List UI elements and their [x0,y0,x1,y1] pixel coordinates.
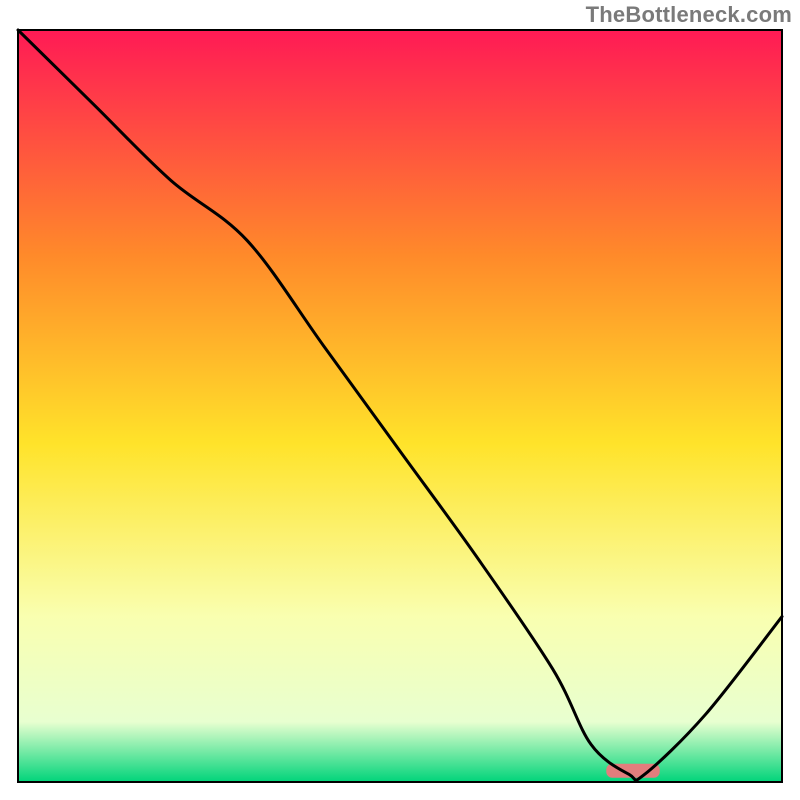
bottleneck-chart [0,0,800,800]
chart-container: { "watermark": "TheBottleneck.com", "cha… [0,0,800,800]
watermark-label: TheBottleneck.com [586,2,792,28]
